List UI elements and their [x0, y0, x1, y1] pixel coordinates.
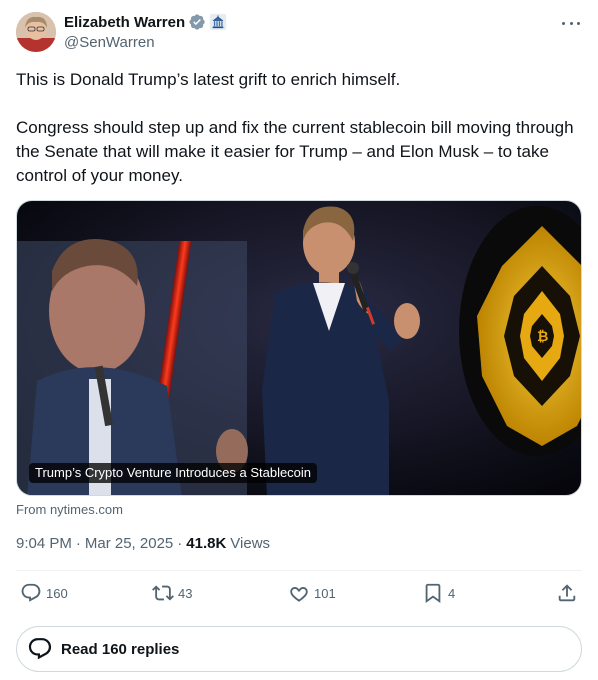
tweet-meta: 9:04 PM · Mar 25, 2025 · 41.8K Views	[16, 535, 270, 552]
conversation-icon	[28, 638, 52, 660]
bookmark-button[interactable]: 4	[422, 582, 455, 604]
divider	[16, 570, 582, 571]
views-label: Views	[230, 535, 271, 552]
share-icon	[558, 584, 576, 602]
repost-count: 43	[178, 585, 193, 601]
avatar[interactable]	[16, 12, 56, 52]
government-badge-icon[interactable]	[209, 13, 227, 31]
tweet-text: This is Donald Trump’s latest grift to e…	[16, 68, 582, 188]
reply-button[interactable]: 160	[20, 582, 68, 604]
share-button[interactable]	[556, 582, 578, 604]
card-caption: Trump’s Crypto Venture Introduces a Stab…	[29, 463, 318, 483]
card-source[interactable]: From nytimes.com	[16, 502, 123, 517]
card-image: ₿	[17, 201, 581, 495]
meta-separator: ·	[75, 535, 81, 552]
tweet-actions: 160 43 101 4	[16, 582, 582, 608]
like-button[interactable]: 101	[288, 582, 336, 604]
reply-count: 160	[46, 585, 68, 601]
bookmark-icon	[425, 583, 441, 604]
meta-separator: ·	[177, 535, 183, 552]
repost-button[interactable]: 43	[152, 582, 192, 604]
reply-icon	[21, 583, 41, 602]
like-count: 101	[314, 585, 336, 601]
tweet-paragraph-2: Congress should step up and fix the curr…	[16, 118, 574, 185]
bookmark-count: 4	[448, 585, 456, 601]
more-options-icon[interactable]	[560, 14, 582, 32]
verified-badge-icon[interactable]	[188, 13, 206, 31]
repost-icon	[152, 585, 174, 601]
author-names: Elizabeth Warren @SenWarren	[64, 12, 227, 51]
tweet-time[interactable]: 9:04 PM	[16, 535, 72, 552]
views-count: 41.8K	[186, 535, 227, 552]
svg-text:₿: ₿	[537, 329, 548, 345]
read-replies-button[interactable]: Read 160 replies	[16, 626, 582, 672]
tweet-date[interactable]: Mar 25, 2025	[85, 535, 173, 552]
author-display-name[interactable]: Elizabeth Warren	[64, 14, 185, 31]
tweet-header: Elizabeth Warren @SenWarren	[16, 12, 582, 56]
read-replies-label: Read 160 replies	[61, 640, 180, 658]
heart-icon	[290, 587, 308, 602]
link-card[interactable]: ₿ Trump’s Crypto Venture Introduces a St…	[16, 200, 582, 496]
author-handle[interactable]: @SenWarren	[64, 34, 227, 51]
tweet-paragraph-1: This is Donald Trump’s latest grift to e…	[16, 70, 401, 89]
